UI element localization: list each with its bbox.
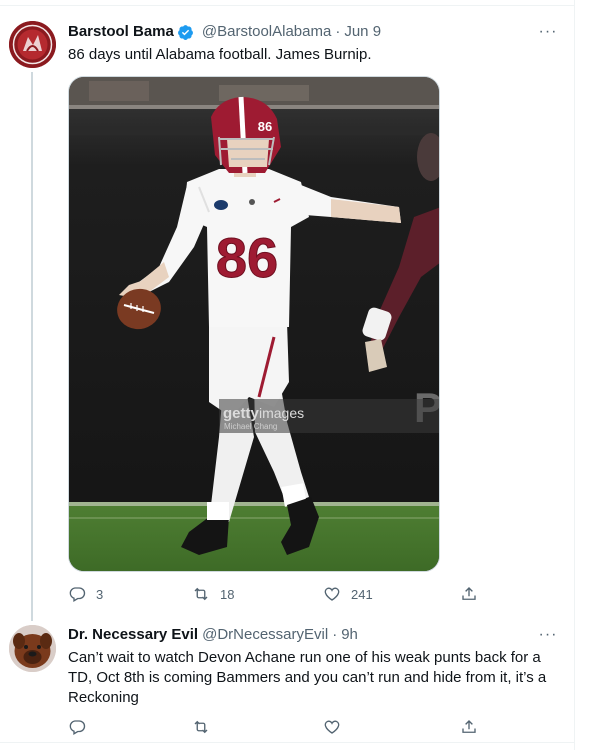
reply-count: 3 bbox=[96, 586, 104, 602]
tweet-header: Dr. Necessary Evil @DrNecessaryEvil · 9h bbox=[68, 625, 358, 645]
timestamp[interactable]: 9h bbox=[341, 625, 358, 645]
reply-icon bbox=[69, 720, 86, 735]
tweet-text: Can’t wait to watch Devon Achane run one… bbox=[68, 649, 547, 706]
avatar-dr-necessary-evil[interactable] bbox=[9, 625, 56, 672]
separator-dot: · bbox=[335, 23, 341, 40]
share-icon bbox=[462, 587, 476, 600]
reply-icon bbox=[69, 587, 86, 602]
separator-dot: · bbox=[332, 626, 338, 643]
timestamp[interactable]: Jun 9 bbox=[344, 22, 381, 42]
retweet-icon bbox=[194, 720, 208, 734]
more-icon[interactable]: ··· bbox=[538, 625, 558, 645]
user-handle[interactable]: @DrNecessaryEvil bbox=[202, 625, 328, 645]
timeline-top-border bbox=[0, 5, 575, 6]
helmet-number: 86 bbox=[258, 119, 272, 134]
display-name[interactable]: Barstool Bama bbox=[68, 22, 174, 42]
avatar-barstool-bama[interactable] bbox=[9, 21, 56, 68]
tweet-text: 86 days until Alabama football. James Bu… bbox=[68, 46, 372, 63]
retweet-icon bbox=[194, 587, 208, 601]
thread-connector-line bbox=[31, 72, 33, 621]
reply-button[interactable] bbox=[68, 717, 96, 737]
tweet-actions: 3 18 241 bbox=[68, 584, 488, 604]
retweet-button[interactable] bbox=[192, 717, 220, 737]
tweet-photo[interactable]: P 86 bbox=[68, 76, 440, 572]
like-button[interactable]: 241 bbox=[323, 584, 373, 604]
tweet-header: Barstool Bama @BarstoolAlabama · Jun 9 bbox=[68, 22, 381, 42]
like-icon bbox=[324, 587, 340, 601]
share-button[interactable] bbox=[460, 584, 478, 604]
more-icon[interactable]: ··· bbox=[538, 22, 558, 42]
like-count: 241 bbox=[351, 586, 373, 602]
tweet-divider bbox=[0, 742, 575, 743]
user-handle[interactable]: @BarstoolAlabama bbox=[202, 22, 331, 42]
jersey-number: 86 bbox=[216, 226, 278, 289]
like-icon bbox=[324, 720, 340, 734]
tweet-actions bbox=[68, 717, 488, 737]
retweet-count: 18 bbox=[220, 586, 235, 602]
watermark-word: images bbox=[259, 405, 304, 421]
timeline-right-border bbox=[574, 0, 575, 750]
watermark-credit: Michael Chang bbox=[224, 422, 277, 431]
watermark-brand: getty bbox=[223, 405, 259, 422]
retweet-button[interactable]: 18 bbox=[192, 584, 234, 604]
share-icon bbox=[462, 720, 476, 733]
share-button[interactable] bbox=[460, 717, 478, 737]
verified-badge-icon bbox=[177, 24, 194, 41]
like-button[interactable] bbox=[323, 717, 351, 737]
reply-button[interactable]: 3 bbox=[68, 584, 103, 604]
display-name[interactable]: Dr. Necessary Evil bbox=[68, 625, 198, 645]
